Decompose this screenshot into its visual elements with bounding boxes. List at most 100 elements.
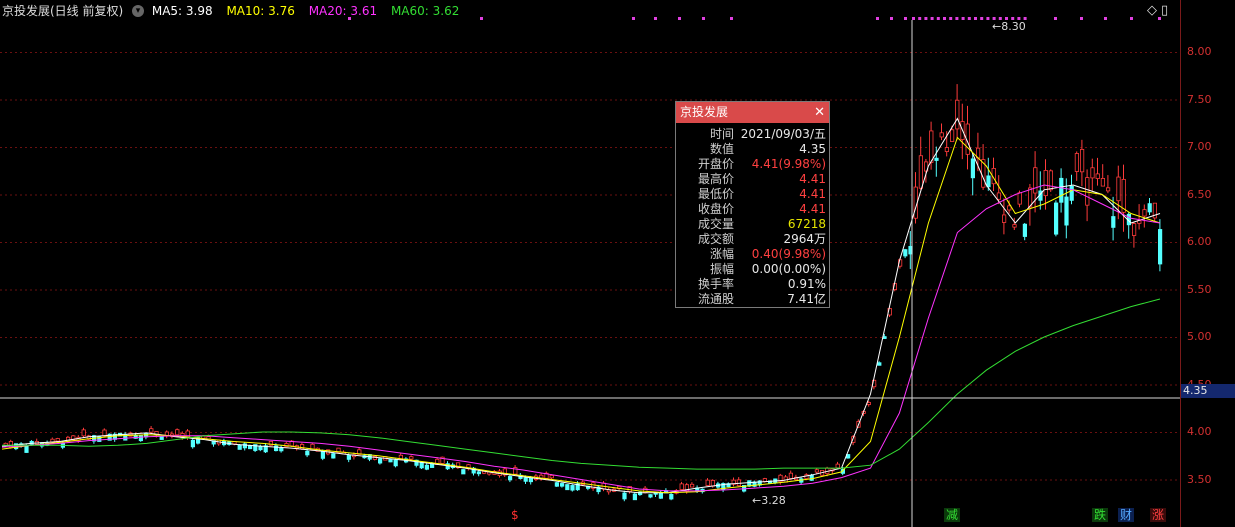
close-icon[interactable]: ✕: [814, 102, 825, 123]
price-tick: 7.50: [1187, 92, 1212, 106]
tooltip-key: 振幅: [709, 262, 734, 276]
candle-body: [331, 453, 336, 459]
high-price-marker: ←8.30: [992, 20, 1026, 33]
event-dot: [654, 17, 657, 20]
event-dot: [949, 17, 953, 20]
event-dot: [480, 17, 483, 20]
candle-body: [903, 249, 908, 257]
candle-body: [866, 402, 872, 405]
event-dot: [1080, 17, 1083, 20]
tooltip-key: 换手率: [697, 277, 734, 291]
event-dot: [904, 17, 907, 20]
candle-body: [809, 474, 814, 481]
tooltip-row: 成交额 2964万: [692, 232, 829, 247]
candle-body: [1090, 167, 1095, 179]
candle-body: [1132, 223, 1137, 236]
event-dot: [678, 17, 681, 20]
low-price-value: 3.28: [761, 494, 786, 507]
candle-body: [175, 429, 180, 436]
tooltip-row: 最高价 4.41: [692, 172, 829, 187]
tooltip-row: 换手率 0.91%: [692, 277, 829, 292]
candle-body: [138, 435, 143, 442]
candle-body: [690, 483, 695, 488]
event-dot: [632, 17, 635, 20]
signal-fall[interactable]: 跌: [1092, 508, 1108, 522]
tooltip-value: 7.41亿: [787, 292, 826, 306]
tooltip-value: 67218: [787, 217, 826, 231]
tooltip-value: 0.00(0.00%): [751, 262, 826, 276]
candle-body: [814, 469, 820, 473]
candle-body: [424, 464, 430, 470]
candle-body: [705, 479, 710, 486]
candle-body: [1012, 224, 1017, 228]
signal-dollar[interactable]: $: [511, 508, 519, 522]
tooltip-key: 收盘价: [697, 202, 734, 216]
candle-body: [835, 463, 840, 469]
tooltip-header[interactable]: 京投发展 ✕: [676, 102, 829, 123]
tooltip-key: 数值: [709, 142, 734, 156]
candle-body: [388, 459, 393, 463]
candle-body: [622, 492, 627, 500]
event-dot: [961, 17, 965, 20]
tooltip-row: 涨幅 0.40(9.98%): [692, 247, 829, 262]
tooltip-value: 4.41: [799, 172, 826, 186]
candle-body: [679, 483, 684, 490]
candle-body: [1064, 196, 1069, 226]
tooltip-value: 4.41: [799, 202, 826, 216]
candle-body: [669, 493, 674, 500]
event-dot: [986, 17, 990, 20]
ma5-line: [1, 117, 1161, 494]
stock-chart-window: 京投发展(日线 前复权) ▾ MA5: 3.98 MA10: 3.76 MA20…: [0, 0, 1235, 527]
candle-body: [1085, 177, 1090, 206]
candle-body: [476, 471, 482, 475]
candle-body: [939, 132, 944, 138]
candle-body: [237, 444, 242, 450]
price-tick: 6.00: [1187, 235, 1212, 248]
candle-body: [393, 459, 398, 467]
candle-body: [929, 130, 934, 163]
tooltip-value: 0.40(9.98%): [751, 247, 826, 261]
candle-body: [523, 477, 528, 482]
tooltip-value: 4.41(9.98%): [751, 157, 826, 171]
tooltip-row: 最低价 4.41: [692, 187, 829, 202]
candle-body: [918, 155, 924, 189]
candlesticks: [3, 84, 1163, 502]
candle-body: [1142, 209, 1147, 217]
candle-body: [996, 192, 1002, 200]
candle-body: [346, 455, 352, 460]
candle-body: [24, 445, 29, 453]
candle-body: [1033, 167, 1038, 194]
event-dot: [918, 17, 922, 20]
price-tick: 4.00: [1187, 425, 1212, 438]
candlestick-plot[interactable]: [0, 0, 1180, 527]
event-dot: [974, 17, 977, 20]
low-price-marker: ←3.28: [752, 494, 786, 507]
tooltip-value: 2964万: [783, 232, 826, 246]
signal-reduce[interactable]: 减: [944, 508, 960, 522]
price-tick: 6.50: [1187, 187, 1212, 201]
event-dot: [980, 17, 984, 20]
event-dot: [955, 17, 959, 20]
candle-body: [934, 157, 939, 161]
event-dot: [912, 17, 915, 20]
candle-body: [279, 447, 284, 452]
high-price-value: 8.30: [1001, 20, 1026, 33]
candle-body: [1106, 187, 1111, 192]
event-dot: [936, 17, 940, 20]
candle-body: [1116, 176, 1121, 202]
candle-body: [565, 484, 570, 491]
tooltip-row: 流通股 7.41亿: [692, 292, 829, 307]
signal-finance[interactable]: 财: [1118, 508, 1134, 522]
candle-body: [658, 492, 664, 499]
signal-rise[interactable]: 涨: [1150, 508, 1166, 522]
tooltip-value: 4.35: [799, 142, 826, 156]
event-dots: [348, 17, 1161, 20]
event-dot: [967, 17, 971, 20]
tooltip-key: 最低价: [697, 187, 734, 201]
candle-body: [1048, 170, 1053, 191]
candle-body: [710, 480, 716, 487]
candle-body: [1002, 214, 1007, 223]
candle-body: [970, 158, 976, 179]
event-dot: [943, 17, 946, 20]
event-dot: [876, 17, 879, 20]
